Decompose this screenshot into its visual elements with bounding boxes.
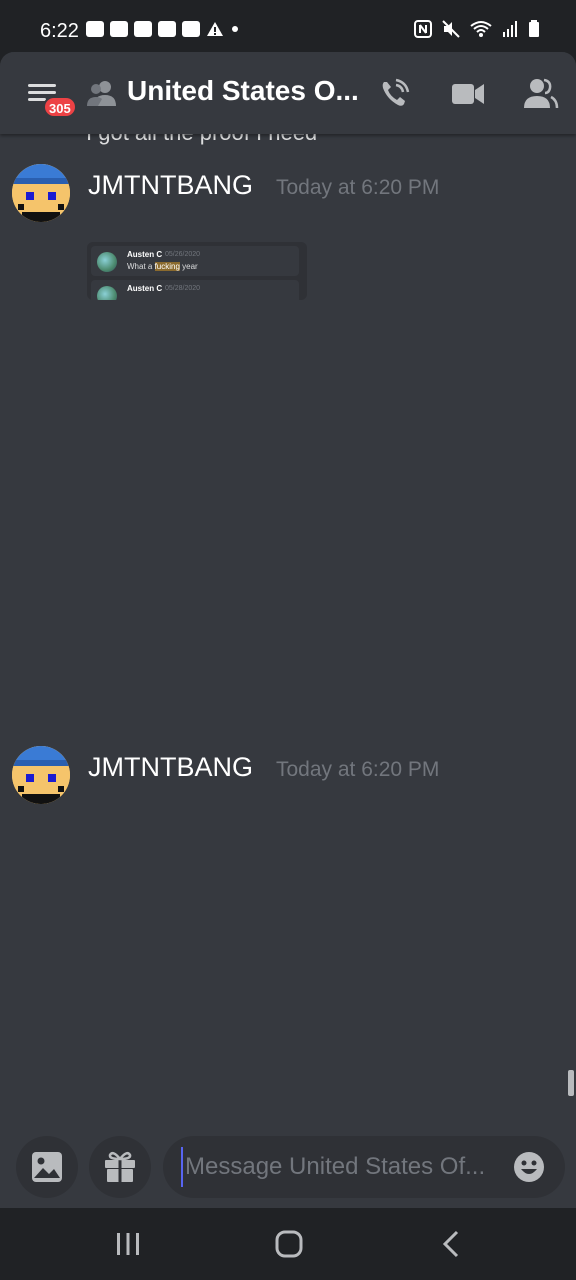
- system-status-icons: [414, 20, 540, 38]
- video-call-button[interactable]: [448, 74, 488, 114]
- wifi-icon: [470, 21, 492, 37]
- gift-icon: [105, 1151, 135, 1182]
- members-icon: [524, 78, 559, 109]
- avatar: [97, 286, 117, 300]
- recent-apps-icon: [117, 1233, 139, 1255]
- youtube-icon: [158, 21, 176, 37]
- group-dm-icon: [87, 81, 116, 106]
- scrollbar[interactable]: [568, 1070, 574, 1096]
- back-icon: [442, 1230, 459, 1258]
- message-author[interactable]: JMTNTBANG: [88, 170, 253, 201]
- warning-icon: [207, 22, 223, 36]
- member-list-button[interactable]: [520, 74, 560, 114]
- message-timestamp: Today at 6:20 PM: [276, 758, 440, 781]
- attach-image-button[interactable]: [16, 1136, 78, 1198]
- home-icon: [275, 1230, 303, 1258]
- system-navigation-bar: [0, 1208, 576, 1280]
- image-icon: [32, 1152, 62, 1182]
- status-time: 6:22: [40, 20, 79, 42]
- menu-button[interactable]: 305: [26, 78, 77, 118]
- avatar: [97, 252, 117, 272]
- emoji-icon: [514, 1152, 544, 1182]
- message-author[interactable]: JMTNTBANG: [88, 752, 253, 783]
- message-composer: [0, 1134, 576, 1208]
- gift-button[interactable]: [89, 1136, 151, 1198]
- home-button[interactable]: [269, 1226, 309, 1262]
- list-item: Austen C 05/28/2020: [91, 280, 299, 300]
- message-text: I got all the proof I need: [86, 134, 317, 146]
- avatar[interactable]: [12, 746, 70, 804]
- hamburger-menu-icon: [28, 84, 56, 87]
- youtube-icon: [134, 21, 152, 37]
- image-attachment[interactable]: Austen C 05/26/2020 What a fucking year …: [87, 242, 307, 300]
- notification-icons: [86, 21, 240, 37]
- battery-icon: [529, 20, 539, 37]
- more-notifications-icon: [232, 26, 238, 32]
- back-button[interactable]: [431, 1226, 471, 1262]
- status-bar: 6:22: [0, 0, 576, 52]
- message-list[interactable]: I got all the proof I need JMTNTBANG Tod…: [0, 134, 576, 1134]
- emoji-button[interactable]: [513, 1151, 545, 1183]
- voice-call-button[interactable]: [374, 74, 414, 114]
- chat-screen: 305 United States O... JMTNTBANG Today a…: [0, 52, 576, 1208]
- mute-icon: [442, 20, 460, 38]
- avatar[interactable]: [12, 164, 70, 222]
- call-icon: [382, 78, 410, 106]
- message-input-container: [163, 1136, 565, 1198]
- unread-badge: 305: [43, 96, 77, 118]
- channel-header: 305 United States O...: [0, 52, 576, 134]
- signal-icon: [503, 21, 517, 37]
- recent-apps-button[interactable]: [108, 1226, 148, 1262]
- news-app-icon: [110, 21, 128, 37]
- nfc-icon: [414, 20, 432, 38]
- video-icon: [452, 84, 484, 104]
- message-input[interactable]: [181, 1147, 501, 1187]
- list-item: Austen C 05/26/2020 What a fucking year: [91, 246, 299, 276]
- message-timestamp: Today at 6:20 PM: [276, 176, 440, 199]
- channel-title[interactable]: United States O...: [127, 75, 359, 107]
- news-app-icon: [86, 21, 104, 37]
- newspaper-icon: [182, 21, 200, 37]
